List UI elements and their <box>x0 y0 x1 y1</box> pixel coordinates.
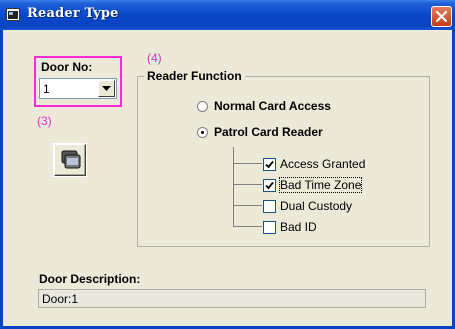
checkbox-access-granted[interactable]: Access Granted <box>263 157 365 171</box>
door-no-label: Door No: <box>41 60 93 74</box>
checkbox-label: Bad Time Zone <box>278 177 363 193</box>
radio-button[interactable] <box>197 126 208 138</box>
radio-label: Normal Card Access <box>214 99 331 113</box>
radio-normal-card-access[interactable]: Normal Card Access <box>197 99 331 113</box>
checkbox-dual-custody[interactable]: Dual Custody <box>263 199 352 213</box>
tree-line-branch <box>233 184 262 185</box>
close-icon <box>435 10 448 23</box>
door-no-select[interactable]: 1 <box>39 78 117 99</box>
checkmark-icon <box>265 181 274 189</box>
annotation-3: (3) <box>37 114 52 128</box>
checkbox[interactable] <box>263 220 276 234</box>
dropdown-arrow-icon <box>102 86 111 91</box>
dropdown-button[interactable] <box>98 80 115 97</box>
radio-patrol-card-reader[interactable]: Patrol Card Reader <box>197 125 323 139</box>
checkbox[interactable] <box>263 157 276 171</box>
tree-line-branch <box>233 163 262 164</box>
annotation-4: (4) <box>147 51 162 65</box>
door-description-value: Door:1 <box>42 292 79 306</box>
window-app-icon <box>6 8 20 21</box>
card-reader-icon <box>61 150 81 169</box>
checkbox-bad-time-zone[interactable]: Bad Time Zone <box>263 177 363 193</box>
tree-line-branch <box>233 226 262 227</box>
reader-function-title: Reader Function <box>144 69 245 83</box>
door-description-label: Door Description: <box>39 272 141 286</box>
checkbox-label: Bad ID <box>280 220 317 234</box>
window-title: Reader Type <box>27 6 119 21</box>
checkbox-bad-id[interactable]: Bad ID <box>263 220 317 234</box>
door-no-value: 1 <box>43 82 50 96</box>
door-description-field[interactable]: Door:1 <box>38 289 426 308</box>
checkbox[interactable] <box>263 178 276 192</box>
tree-line-vertical <box>233 147 234 227</box>
radio-button[interactable] <box>197 100 208 112</box>
reader-settings-button[interactable] <box>54 144 86 176</box>
checkbox-label: Access Granted <box>280 157 366 171</box>
checkmark-icon <box>265 160 274 168</box>
tree-line-branch <box>233 205 262 206</box>
checkbox-label: Dual Custody <box>280 199 353 213</box>
checkbox[interactable] <box>263 199 276 213</box>
title-bar[interactable]: Reader Type <box>0 0 455 30</box>
radio-label: Patrol Card Reader <box>214 125 323 139</box>
close-button[interactable] <box>431 6 452 27</box>
